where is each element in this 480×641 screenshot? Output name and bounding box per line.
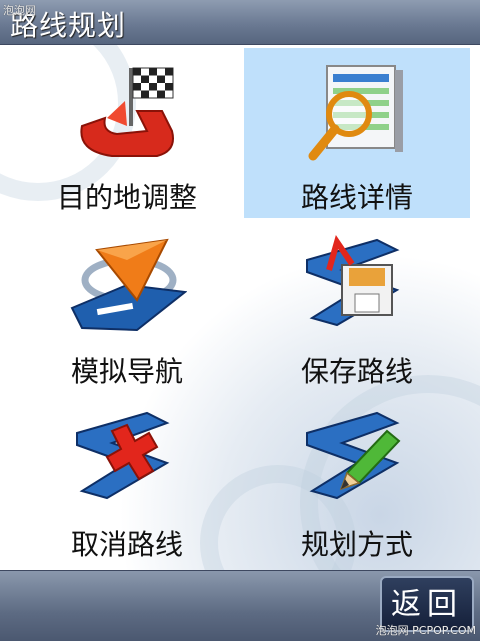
menu-item-planning-mode[interactable]: 规划方式 — [244, 395, 470, 565]
watermark-top: 泡泡网 — [3, 4, 36, 17]
menu-item-label: 目的地调整 — [56, 181, 197, 214]
simulate-navigation-arrow-icon — [70, 238, 187, 332]
destination-flag-icon — [80, 67, 174, 157]
planning-mode-pencil-icon — [306, 411, 401, 500]
menu-item-label: 路线详情 — [300, 181, 413, 214]
save-route-floppy-icon — [306, 235, 400, 327]
menu-item-label: 取消路线 — [70, 528, 183, 561]
menu-item-save-route[interactable]: 保存路线 — [244, 222, 470, 392]
watermark-bottom: 泡泡网 PCPOP.COM — [375, 624, 476, 637]
menu-item-simulate-navigation[interactable]: 模拟导航 — [14, 222, 240, 392]
cancel-route-x-icon — [76, 411, 170, 500]
menu-item-label: 模拟导航 — [70, 355, 183, 388]
menu-grid: 目的地调整 路线详情 模拟导航 保存路线 取消路线 规划方式 — [0, 45, 480, 570]
menu-item-destination-adjust[interactable]: 目的地调整 — [14, 48, 240, 218]
route-details-magnifier-icon — [308, 65, 403, 161]
menu-item-cancel-route[interactable]: 取消路线 — [14, 395, 240, 565]
menu-item-label: 保存路线 — [300, 355, 413, 388]
menu-item-label: 规划方式 — [300, 528, 413, 561]
menu-item-route-details[interactable]: 路线详情 — [244, 48, 470, 218]
title-bar: 路线规划 泡泡网 — [0, 0, 480, 45]
